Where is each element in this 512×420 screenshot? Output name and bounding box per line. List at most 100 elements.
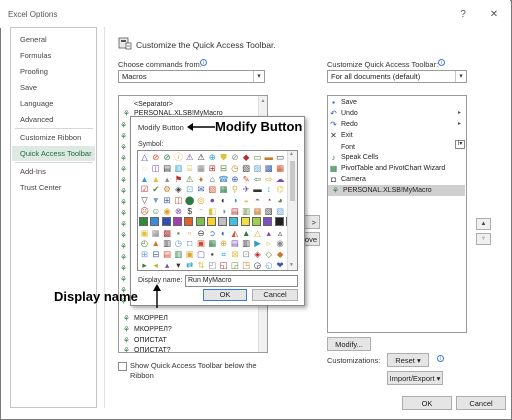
modify-cancel-button[interactable]: Cancel [252,289,298,301]
symbol-cell[interactable]: ▹ [263,238,274,249]
symbol-grid[interactable]: △⊘⊘ⓘ⚠⚠⊕⛊⊘◆▭▬▭▭◌◫▤▥⌸▦⊞⊟◷▧▨▩▦▣▲▲▴⚑⚠♦⌂☎⊕✎⇦⇨… [137,150,298,271]
expand-arrow-icon[interactable]: ▸ [458,120,461,127]
symbol-cell[interactable]: ❤ [275,260,286,270]
show-below-ribbon-checkbox[interactable] [118,362,127,371]
symbol-cell[interactable]: ⓘ [173,152,184,163]
symbol-cell[interactable]: ⬤ [184,195,195,206]
symbol-cell[interactable]: ▨ [275,206,286,217]
symbol-cell[interactable]: ⌂ [207,174,218,185]
qat-item-exit[interactable]: ✕ Exit [329,130,353,141]
symbol-cell[interactable]: ☎ [218,174,229,185]
ok-button[interactable]: OK [402,396,452,410]
symbol-cell[interactable]: $ [184,206,195,217]
symbol-cell[interactable]: ☁ [275,174,286,185]
symbol-cell[interactable]: ☺ [150,206,161,217]
symbol-cell[interactable]: ▥ [241,238,252,249]
sidebar-item-save[interactable]: Save [12,80,95,95]
symbol-cell[interactable]: ◐ [218,195,229,206]
symbol-cell[interactable]: ◑ [218,206,229,217]
symbol-cell[interactable]: ▧ [207,184,218,195]
symbol-cell[interactable]: ▣ [184,249,195,260]
symbol-cell[interactable]: ◧ [207,206,218,217]
symbol-cell[interactable]: ▪ [173,228,184,239]
close-button[interactable]: ✕ [486,8,502,22]
scroll-thumb[interactable] [290,161,295,201]
qat-item-redo[interactable]: ↷ Redo [329,119,358,130]
symbol-cell[interactable]: ☹ [139,206,150,217]
sidebar-item-add-ins[interactable]: Add-Ins [12,164,95,179]
symbol-cell[interactable]: ▢ [196,249,207,260]
symbol-cell[interactable]: ◭ [229,228,240,239]
symbol-cell[interactable]: ▲ [241,228,252,239]
help-button[interactable]: ? [455,8,471,22]
symbol-cell[interactable] [263,216,273,226]
display-name-input[interactable]: Run MyMacro [185,275,298,287]
symbol-cell[interactable]: ✔ [150,184,161,195]
symbol-cell[interactable]: ▩ [162,228,173,239]
sidebar-item-language[interactable]: Language [12,96,95,111]
symbol-cell[interactable]: ▾ [173,260,184,270]
choose-commands-select[interactable]: Macros ▾ [118,70,265,83]
symbol-cell[interactable] [240,216,250,226]
symbol-cell[interactable]: □ [184,238,195,249]
symbol-cell[interactable]: ▦ [252,206,263,217]
symbol-cell[interactable]: ⚠ [196,152,207,163]
symbol-cell[interactable]: ⊟ [150,249,161,260]
list-item[interactable]: ⚘ МКОРРЕЛ? [122,324,172,335]
qat-item-font[interactable]: Font [329,141,355,152]
symbol-cell[interactable]: ▣ [139,228,150,239]
symbol-cell[interactable]: ▥ [162,238,173,249]
symbol-cell[interactable]: ▫ [184,228,195,239]
symbol-cell[interactable]: ◎ [196,195,207,206]
symbol-cell[interactable]: ◰ [207,260,218,270]
symbol-cell[interactable]: ⇦ [252,174,263,185]
symbol-cell[interactable]: ▼ [150,195,161,206]
symbol-cell[interactable]: ▤ [162,163,173,174]
symbol-cell[interactable]: ▸ [139,260,150,270]
symbol-cell[interactable]: ▦ [150,228,161,239]
sidebar-item-customize-ribbon[interactable]: Customize Ribbon [12,130,95,145]
symbol-cell[interactable]: ▦ [218,184,229,195]
symbol-cell[interactable]: ▭ [252,152,263,163]
move-down-button[interactable]: ▼ [476,233,491,245]
symbol-cell[interactable]: ⊡ [241,249,252,260]
symbol-cell[interactable]: ⊞ [162,195,173,206]
list-item[interactable]: ⚘ МКОРРЕЛ [122,313,168,324]
symbol-cell[interactable]: ▲ [150,238,161,249]
symbol-cell[interactable]: ◳ [241,260,252,270]
symbol-cell[interactable]: ◴ [139,238,150,249]
symbol-cell[interactable]: ☑ [139,184,150,195]
symbol-cell[interactable]: ▥ [173,249,184,260]
symbol-cell[interactable]: ⇅ [196,260,207,270]
symbol-cell[interactable]: ▧ [241,163,252,174]
symbol-cell[interactable]: ▤ [229,206,240,217]
import-export-button[interactable]: Import/Export ▾ [387,371,443,385]
scroll-up-icon[interactable]: ▲ [260,98,266,104]
symbol-cell[interactable] [195,216,205,226]
symbol-cell[interactable] [161,216,171,226]
symbol-cell[interactable]: ◱ [218,260,229,270]
symbol-cell[interactable]: ▤ [162,249,173,260]
symbol-cell[interactable]: ◫ [150,163,161,174]
move-up-button[interactable]: ▲ [476,218,491,230]
symbol-cell[interactable]: ⁻ [196,206,207,217]
list-item[interactable]: ⚘ ОПИСТАТ? [122,345,171,356]
symbol-cell[interactable]: ◉ [162,206,173,217]
symbol-cell[interactable]: ⊘ [229,152,240,163]
symbol-cell[interactable]: ✎ [241,174,252,185]
symbol-cell[interactable]: ◌ [139,163,150,174]
symbol-cell[interactable]: ▴ [162,260,173,270]
symbol-grid-scrollbar[interactable]: ▲ ▼ [287,151,297,270]
symbol-cell[interactable]: ⊕ [218,238,229,249]
symbol-cell[interactable]: ◷ [173,238,184,249]
qat-item-pivot-wizard[interactable]: ▦ PivotTable and PivotChart Wizard [329,163,446,174]
symbol-cell[interactable] [150,216,160,226]
qat-item-camera[interactable]: ◘ Camera [329,174,366,185]
symbol-cell[interactable] [206,216,216,226]
symbol-cell[interactable]: ◕ [275,195,286,206]
symbol-cell[interactable]: ⚲ [229,184,240,195]
symbol-cell[interactable]: ◓ [252,195,263,206]
symbol-cell[interactable]: ◈ [173,184,184,195]
symbol-cell[interactable]: ◑ [229,195,240,206]
expand-arrow-icon[interactable]: ▸ [458,109,461,116]
